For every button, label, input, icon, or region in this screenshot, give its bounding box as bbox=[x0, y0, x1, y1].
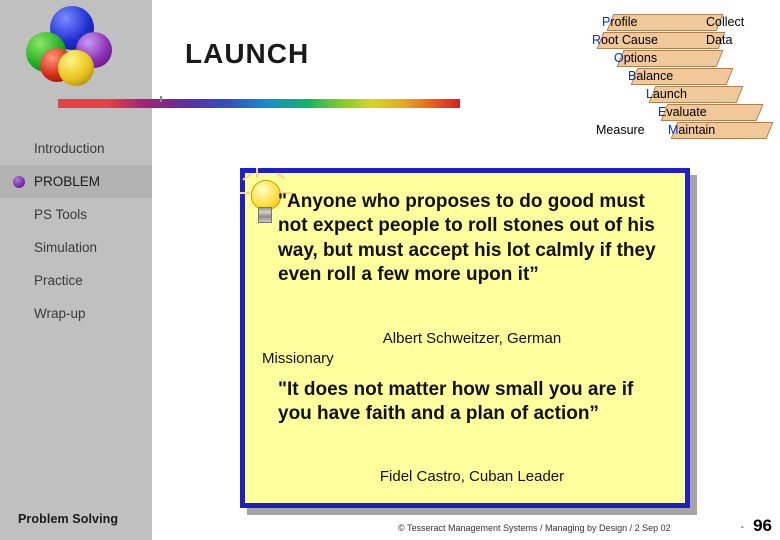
lightbulb-ray bbox=[240, 192, 250, 194]
footer-dash: - bbox=[740, 522, 744, 533]
roadmap-step-profile[interactable]: Profile bbox=[602, 14, 637, 31]
lightbulb-base bbox=[258, 207, 272, 223]
roadmap-step-rest: valuate bbox=[666, 105, 707, 119]
footer-credit: © Tesseract Management Systems / Managin… bbox=[398, 523, 671, 533]
quote-attribution-castro: Fidel Castro, Cuban Leader bbox=[379, 468, 565, 485]
lightbulb-glass bbox=[251, 180, 281, 210]
sidebar-item-problem[interactable]: PROBLEM bbox=[0, 165, 152, 198]
roadmap-step-rest: aunch bbox=[652, 87, 688, 101]
roadmap-side-label-data: Data bbox=[706, 33, 733, 47]
quote-text-castro: "It does not matter how small you are if… bbox=[278, 379, 634, 425]
lightbulb-ray bbox=[276, 172, 286, 180]
logo-sphere-yellow bbox=[58, 50, 94, 86]
sidebar-item-label: Wrap-up bbox=[34, 306, 86, 321]
roadmap-step-evaluate[interactable]: Evaluate bbox=[658, 104, 707, 121]
sidebar-item-practice[interactable]: Practice bbox=[0, 264, 152, 297]
sidebar-item-label: Introduction bbox=[34, 141, 105, 156]
attribution-line-1: Albert Schweitzer, German bbox=[382, 330, 562, 347]
roadmap-step-maintain[interactable]: Maintain bbox=[668, 122, 715, 139]
process-roadmap: Profile Root Cause Options Balance Launc… bbox=[578, 14, 774, 145]
roadmap-step-rest: aintain bbox=[678, 123, 716, 137]
roadmap-step-initial: O bbox=[614, 51, 624, 65]
sidebar-item-simulation[interactable]: Simulation bbox=[0, 231, 152, 264]
roadmap-step-initial: R bbox=[592, 33, 602, 47]
quote-text-schweitzer: "Anyone who proposes to do good must not… bbox=[278, 191, 656, 285]
sidebar-item-ps-tools[interactable]: PS Tools bbox=[0, 198, 152, 231]
sidebar-item-wrap-up[interactable]: Wrap-up bbox=[0, 297, 152, 330]
roadmap-step-rest: oot Cause bbox=[601, 33, 659, 47]
footer-page-number: 96 bbox=[753, 516, 772, 535]
quote-attribution-schweitzer: Albert Schweitzer, German Missionary bbox=[262, 329, 682, 368]
lightbulb-ray bbox=[256, 168, 258, 178]
roadmap-step-balance[interactable]: Balance bbox=[628, 68, 673, 85]
roadmap-step-launch[interactable]: Launch bbox=[646, 86, 687, 103]
roadmap-step-rest: rofile bbox=[610, 15, 638, 29]
sidebar-item-label: PS Tools bbox=[34, 207, 88, 222]
page-title: LAUNCH bbox=[185, 38, 310, 69]
roadmap-step-initial: M bbox=[668, 123, 679, 137]
roadmap-side-label-collect: Collect bbox=[706, 15, 745, 29]
sidebar-footer-label: Problem Solving bbox=[18, 512, 119, 526]
bullet-icon bbox=[13, 176, 25, 188]
roadmap-side-label-measure: Measure bbox=[596, 123, 645, 137]
sidebar-nav: Introduction PROBLEM PS Tools Simulation… bbox=[0, 132, 152, 330]
lightbulb-ray bbox=[242, 173, 252, 181]
rainbow-divider-tick bbox=[160, 96, 162, 102]
rainbow-divider bbox=[58, 99, 460, 108]
roadmap-step-initial: L bbox=[646, 87, 653, 101]
sidebar-item-label: Simulation bbox=[34, 240, 98, 255]
sidebar-item-label: Practice bbox=[34, 273, 83, 288]
sidebar-item-label: PROBLEM bbox=[34, 174, 101, 189]
roadmap-step-root-cause[interactable]: Root Cause bbox=[592, 32, 658, 49]
balloon-cluster-logo-icon bbox=[20, 4, 130, 96]
attribution-line-2: Missionary bbox=[262, 349, 334, 367]
roadmap-step-rest: alance bbox=[636, 69, 674, 83]
sidebar-item-introduction[interactable]: Introduction bbox=[0, 132, 152, 165]
roadmap-step-options[interactable]: Options bbox=[614, 50, 657, 67]
roadmap-step-rest: ptions bbox=[623, 51, 658, 65]
